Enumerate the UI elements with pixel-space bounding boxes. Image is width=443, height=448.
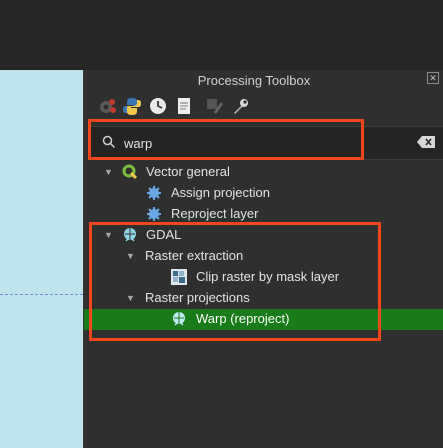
tree-label: Warp (reproject)	[196, 311, 290, 326]
tree-item-reproject-layer[interactable]: Reproject layer	[84, 204, 443, 225]
collapse-arrow-icon[interactable]: ▼	[126, 251, 135, 261]
tree-item-clip-raster-by-mask-layer[interactable]: Clip raster by mask layer	[84, 267, 443, 288]
tree-label: Vector general	[146, 164, 230, 179]
search-icon	[102, 135, 116, 149]
options-icon[interactable]	[230, 96, 250, 116]
map-canvas[interactable]	[0, 70, 84, 448]
tree-label: Assign projection	[171, 185, 270, 200]
models-icon[interactable]	[98, 96, 118, 116]
collapse-arrow-icon[interactable]: ▼	[104, 167, 113, 177]
tree-item-warp-reproject[interactable]: Warp (reproject)	[84, 309, 443, 330]
clear-search-icon[interactable]	[417, 136, 435, 148]
search-input[interactable]	[124, 134, 404, 152]
gear-icon	[147, 186, 161, 200]
tree-group-raster-extraction[interactable]: ▼ Raster extraction	[84, 246, 443, 267]
raster-clip-icon	[171, 269, 187, 285]
tree-group-vector-general[interactable]: ▼ Vector general	[84, 162, 443, 183]
map-boundary-line	[0, 294, 83, 295]
tree-group-raster-projections[interactable]: ▼ Raster projections	[84, 288, 443, 309]
gear-icon	[147, 207, 161, 221]
results-icon[interactable]	[174, 96, 194, 116]
panel-title: Processing Toolbox	[197, 73, 311, 88]
gdal-icon	[124, 228, 136, 242]
edit-features-icon[interactable]	[204, 96, 224, 116]
gdal-icon	[173, 312, 185, 326]
collapse-arrow-icon[interactable]: ▼	[126, 293, 135, 303]
close-icon[interactable]: ✕	[427, 72, 439, 84]
tree-label: Raster extraction	[145, 248, 244, 263]
processing-toolbox-panel: Processing Toolbox ✕ warp ▼ Vector gener…	[84, 70, 443, 448]
top-toolbar-area	[0, 0, 443, 70]
tree-label: Reproject layer	[171, 206, 259, 221]
search-bar	[90, 126, 443, 160]
history-icon[interactable]	[148, 96, 168, 116]
tree-group-gdal[interactable]: ▼ GDAL	[84, 225, 443, 246]
qgis-icon	[122, 164, 138, 180]
tree-item-assign-projection[interactable]: Assign projection	[84, 183, 443, 204]
collapse-arrow-icon[interactable]: ▼	[104, 230, 113, 240]
tree-label: GDAL	[146, 227, 182, 242]
python-icon[interactable]	[122, 96, 142, 116]
tree-label: Clip raster by mask layer	[196, 269, 340, 284]
tree-label: Raster projections	[145, 290, 250, 305]
